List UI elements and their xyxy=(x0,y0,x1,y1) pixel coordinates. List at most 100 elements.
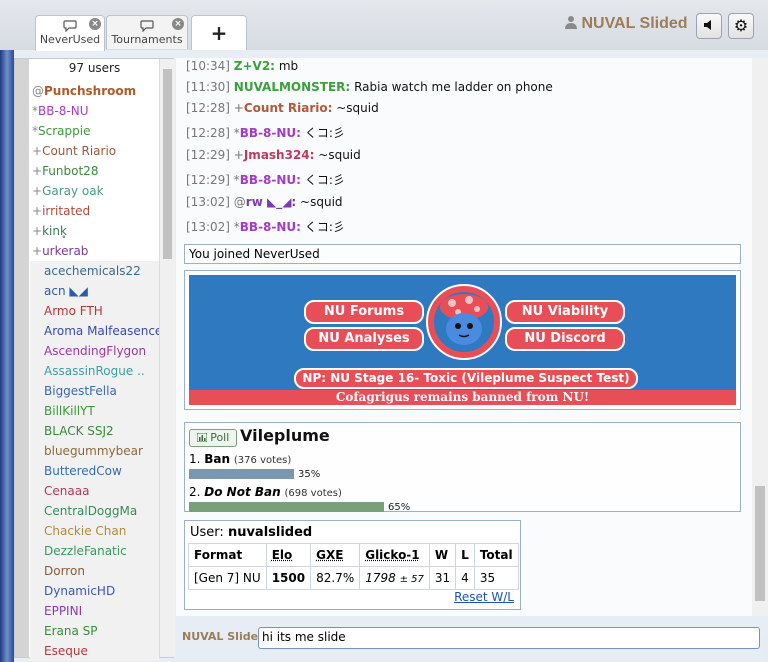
join-notice: You joined NeverUsed xyxy=(184,244,741,264)
message-text: くコ:彡 xyxy=(304,126,345,140)
tab-neverused[interactable]: NeverUsed × xyxy=(35,15,105,51)
user-name: BLACK SSJ2 xyxy=(44,424,114,438)
message-username[interactable]: BB-8-NU: xyxy=(240,126,301,140)
message-timestamp: [12:28] xyxy=(186,126,230,140)
nu-viability-link[interactable]: NU Viability xyxy=(505,300,625,324)
chat-bubble-icon xyxy=(140,20,154,32)
chat-input[interactable]: hi its me slide xyxy=(258,627,760,649)
chat-scrollbar[interactable] xyxy=(752,58,768,616)
settings-button[interactable]: ⚙ xyxy=(728,13,754,39)
new-tab-button[interactable]: + xyxy=(191,15,247,50)
stats-table: Format Elo GXE Glicko-1 W L Total [Gen 7… xyxy=(188,543,519,590)
col-w: W xyxy=(428,543,457,567)
user-button[interactable]: NUVAL Slided xyxy=(565,15,688,39)
chat-message: [10:34] Z+V2: mb xyxy=(186,59,298,73)
user-name: Funbot28 xyxy=(42,164,99,178)
scrollbar-thumb[interactable] xyxy=(755,486,765,601)
scrollbar-thumb[interactable] xyxy=(163,69,172,259)
chat-bubble-icon xyxy=(63,20,77,32)
input-username: NUVAL Slide xyxy=(182,630,259,643)
message-rank: + xyxy=(233,148,244,162)
message-username[interactable]: NUVALMONSTER: xyxy=(234,80,350,94)
poll-box: Poll Vileplume 1. Ban (376 votes) 35% 2.… xyxy=(184,422,741,513)
message-username[interactable]: BB-8-NU: xyxy=(240,220,301,234)
message-username[interactable]: Z+V2: xyxy=(234,59,275,73)
list-item[interactable]: CentralDoggMa xyxy=(30,501,159,521)
message-username[interactable]: Count Riario: xyxy=(244,101,333,115)
user-list-scrollbar[interactable] xyxy=(159,59,175,657)
user-name: AssassinRogue .. xyxy=(44,364,145,378)
message-rank: @ xyxy=(233,195,246,209)
list-item[interactable]: BLACK SSJ2 xyxy=(30,421,159,441)
poll-title: Vileplume xyxy=(240,426,330,445)
message-timestamp: [12:29] xyxy=(186,148,230,162)
chat-log: [10:34] Z+V2: mb [11:30] NUVALMONSTER: R… xyxy=(176,58,752,616)
tab-tournaments[interactable]: Tournaments × xyxy=(106,15,188,49)
cell-l: 4 xyxy=(455,566,475,590)
user-name: Dorron xyxy=(44,564,85,578)
user-name: BiggestFella xyxy=(44,384,117,398)
close-icon[interactable]: × xyxy=(172,18,184,30)
list-item[interactable]: +Funbot28 xyxy=(30,161,159,181)
user-name: DezzleFanatic xyxy=(44,544,127,558)
cell-format: [Gen 7] NU xyxy=(188,566,267,590)
user-count: 97 users xyxy=(68,61,121,75)
nu-discord-link[interactable]: NU Discord xyxy=(505,327,625,351)
list-item[interactable]: EPPINI xyxy=(30,601,159,621)
message-username[interactable]: BB-8-NU: xyxy=(240,173,301,187)
user-name: CentralDoggMa xyxy=(44,504,138,518)
banner-footer: Cofagrigus remains banned from NU! xyxy=(189,390,736,405)
nu-forums-link[interactable]: NU Forums xyxy=(304,300,424,324)
close-icon[interactable]: × xyxy=(89,18,101,30)
list-item[interactable]: AssassinRogue .. xyxy=(30,361,159,381)
user-name: irritated xyxy=(42,204,91,218)
list-item[interactable]: DynamicHD xyxy=(30,581,159,601)
list-item[interactable]: ButteredCow xyxy=(30,461,159,481)
list-item[interactable]: *BB-8-NU xyxy=(30,101,159,121)
col-glicko: Glicko-1 xyxy=(359,543,430,567)
option-votes: (376 votes) xyxy=(233,455,292,466)
message-text: Rabia watch me ladder on phone xyxy=(354,80,553,94)
list-item[interactable]: @Punchshroom xyxy=(30,81,159,101)
reset-wl-link[interactable]: Reset W/L xyxy=(454,590,514,604)
np-link[interactable]: NP: NU Stage 16- Toxic (Vileplume Suspec… xyxy=(294,368,638,389)
user-name: Cenaaa xyxy=(44,484,90,498)
list-item[interactable]: +kink̥ xyxy=(30,221,159,241)
option-label: Do Not Ban xyxy=(204,485,281,499)
message-username[interactable]: rw ◣_◢: xyxy=(246,195,296,209)
list-item[interactable]: Chackie Chan xyxy=(30,521,159,541)
list-item[interactable]: +urkerab xyxy=(30,241,159,261)
list-item[interactable]: Eseque xyxy=(30,641,159,661)
cell-elo: 1500 xyxy=(265,566,312,590)
list-item[interactable]: +Count Riario xyxy=(30,141,159,161)
list-item[interactable]: BillKillYT xyxy=(30,401,159,421)
user-rank: + xyxy=(32,144,43,158)
user-name: kink̥ xyxy=(42,224,67,238)
list-item[interactable]: acn ◣◢ xyxy=(30,281,159,301)
list-item[interactable]: AscendingFlygon xyxy=(30,341,159,361)
list-item[interactable]: +irritated xyxy=(30,201,159,221)
user-rank: + xyxy=(32,224,43,238)
message-text: ~squid xyxy=(336,101,379,115)
username: NUVAL Slided xyxy=(581,15,688,32)
tab-label: NeverUsed xyxy=(39,33,101,46)
list-item[interactable]: DezzleFanatic xyxy=(30,541,159,561)
list-item[interactable]: +Garay oak xyxy=(30,181,159,201)
message-timestamp: [10:34] xyxy=(186,59,230,73)
announcement-box: NU Forums NU Viability NU Analyses NU Di… xyxy=(184,270,741,410)
list-item[interactable]: BiggestFella xyxy=(30,381,159,401)
message-text: ~squid xyxy=(318,148,361,162)
message-rank: + xyxy=(233,101,244,115)
list-item[interactable]: Aroma Malfeasence xyxy=(30,321,159,341)
message-username[interactable]: Jmash324: xyxy=(244,148,315,162)
list-item[interactable]: *Scrappie xyxy=(30,121,159,141)
poll-percent-2: 65% xyxy=(388,502,411,513)
list-item[interactable]: Dorron xyxy=(30,561,159,581)
mute-button[interactable] xyxy=(696,13,722,39)
list-item[interactable]: Armo FTH xyxy=(30,301,159,321)
list-item[interactable]: acechemicals22 xyxy=(30,261,159,281)
list-item[interactable]: bluegummybear xyxy=(30,441,159,461)
list-item[interactable]: Cenaaa xyxy=(30,481,159,501)
list-item[interactable]: Erana SP xyxy=(30,621,159,641)
nu-analyses-link[interactable]: NU Analyses xyxy=(304,327,424,351)
